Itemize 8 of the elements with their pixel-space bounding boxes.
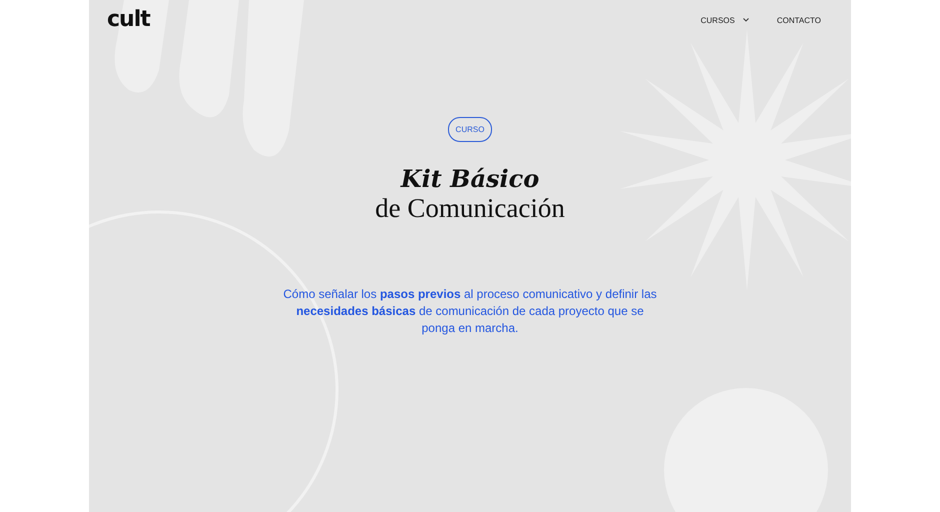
course-badge: CURSO	[448, 117, 492, 142]
course-subtitle: de Comunicación	[375, 193, 565, 224]
nav-link[interactable]: CONTACTO	[776, 16, 821, 24]
course-description: Cómo señalar los pasos previos al proceso comunicativo y definir las necesidades básicas de comunicación de cada proyecto que se ponga en marcha.	[282, 286, 658, 337]
course-title: Kit Básico	[399, 164, 540, 193]
nav-link[interactable]: CURSOS	[700, 16, 749, 24]
chevron-down-icon	[742, 18, 749, 22]
logo[interactable]: cult	[107, 9, 150, 31]
